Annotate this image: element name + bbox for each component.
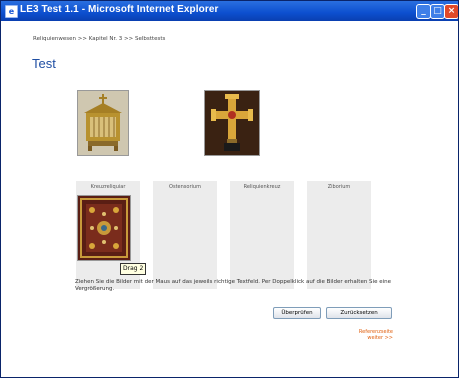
draggable-image-cross[interactable] bbox=[204, 90, 260, 156]
minimize-button[interactable]: _ bbox=[416, 4, 431, 19]
maximize-button[interactable]: □ bbox=[430, 4, 445, 19]
close-button[interactable]: × bbox=[444, 4, 458, 19]
page-content: Reliquienwesen >> Kapitel Nr. 3 >> Selbs… bbox=[7, 23, 451, 375]
drop-zone-ostensorium[interactable]: Ostensorium bbox=[153, 181, 217, 289]
check-button[interactable]: Überprüfen bbox=[273, 307, 321, 319]
window-title: LE3 Test 1.1 - Microsoft Internet Explor… bbox=[20, 4, 219, 15]
reset-button[interactable]: Zurücksetzen bbox=[326, 307, 392, 319]
ie-icon: e bbox=[5, 5, 18, 18]
ornate-tile-image bbox=[78, 196, 130, 260]
instructions-text: Ziehen Sie die Bilder mit der Maus auf d… bbox=[75, 279, 391, 292]
reference-page-link[interactable]: Referenzseite weiter >> bbox=[333, 329, 393, 341]
drop-zone-ziborium[interactable]: Ziborium bbox=[307, 181, 371, 289]
page-title: Test bbox=[32, 56, 56, 71]
draggable-image-shrine[interactable] bbox=[77, 90, 129, 156]
drop-zone-label: Reliquienkreuz bbox=[243, 184, 281, 190]
cross-image bbox=[205, 91, 259, 155]
drop-zone-reliquienkreuz[interactable]: Reliquienkreuz bbox=[230, 181, 294, 289]
draggable-image-tile[interactable] bbox=[77, 195, 131, 261]
browser-window: e LE3 Test 1.1 - Microsoft Internet Expl… bbox=[0, 0, 459, 378]
drag-tooltip: Drag 2 bbox=[120, 263, 147, 275]
drop-zone-label: Kreuzreliquiar bbox=[90, 184, 126, 190]
title-bar[interactable]: e LE3 Test 1.1 - Microsoft Internet Expl… bbox=[1, 1, 458, 21]
shrine-image bbox=[78, 91, 128, 155]
drop-zone-label: Ostensorium bbox=[169, 184, 201, 190]
reference-link-line2: weiter >> bbox=[367, 335, 393, 341]
drop-zone-label: Ziborium bbox=[327, 184, 351, 190]
breadcrumb[interactable]: Reliquienwesen >> Kapitel Nr. 3 >> Selbs… bbox=[33, 36, 165, 42]
